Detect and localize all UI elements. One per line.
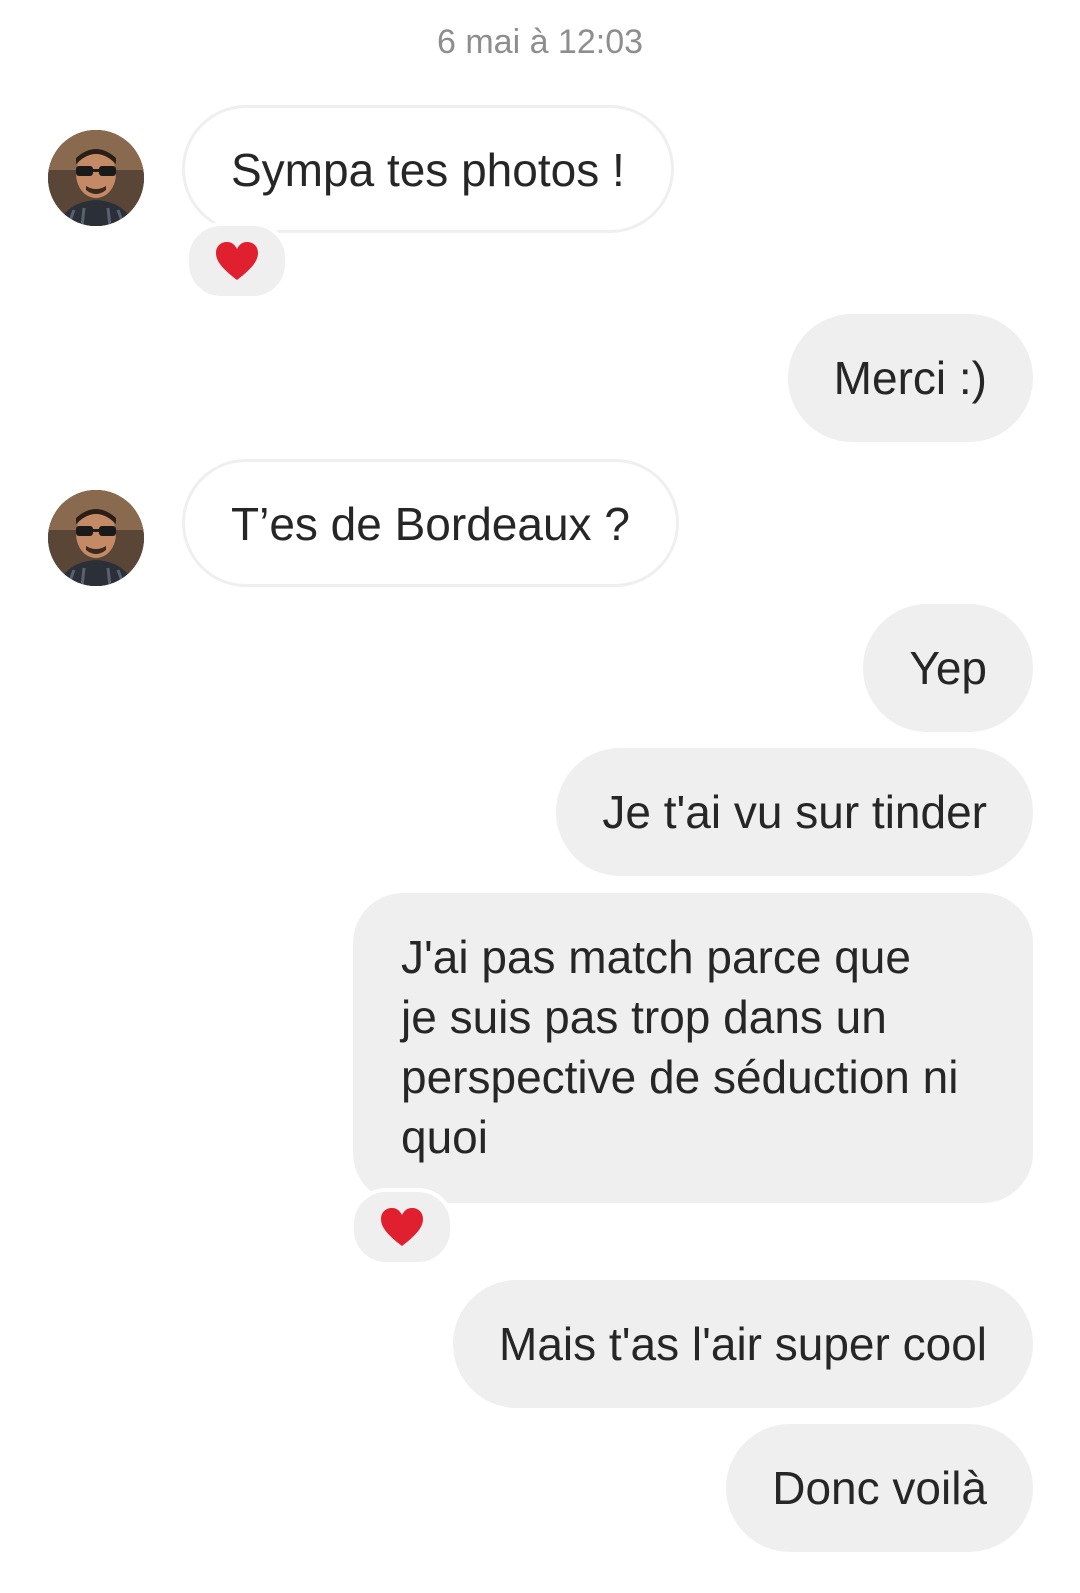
message-text: Merci :) [833, 352, 987, 404]
message-text: Sympa tes photos ! [231, 144, 625, 196]
message-text-line: J'ai pas match parce que [401, 931, 911, 983]
message-bubble-incoming[interactable]: T’es de Bordeaux ? [182, 459, 679, 587]
message-bubble-outgoing[interactable]: J'ai pas match parce que je suis pas tro… [353, 893, 1033, 1203]
reaction-badge[interactable] [185, 222, 289, 300]
message-text: T’es de Bordeaux ? [231, 498, 630, 550]
message-text-line: quoi [401, 1111, 488, 1163]
message-text: Donc voilà [772, 1462, 987, 1514]
heart-icon [381, 1208, 423, 1246]
message-text-line: je suis pas trop dans un [401, 991, 887, 1043]
message-bubble-outgoing[interactable]: Yep [863, 604, 1033, 732]
sender-avatar[interactable] [48, 130, 144, 226]
message-bubble-outgoing[interactable]: Donc voilà [726, 1424, 1033, 1552]
message-bubble-outgoing[interactable]: Merci :) [787, 314, 1033, 442]
message-text-line: perspective de séduction ni [401, 1051, 959, 1103]
message-bubble-outgoing[interactable]: Je t'ai vu sur tinder [556, 748, 1033, 876]
message-bubble-incoming[interactable]: Sympa tes photos ! [182, 105, 674, 233]
thread-timestamp: 6 mai à 12:03 [436, 23, 644, 61]
message-text: Yep [909, 642, 987, 694]
message-text: Je t'ai vu sur tinder [602, 786, 987, 838]
heart-icon [216, 242, 258, 280]
sender-avatar[interactable] [48, 490, 144, 586]
message-bubble-outgoing[interactable]: Mais t'as l'air super cool [453, 1280, 1033, 1408]
reaction-badge[interactable] [350, 1188, 454, 1266]
message-text: Mais t'as l'air super cool [499, 1318, 987, 1370]
